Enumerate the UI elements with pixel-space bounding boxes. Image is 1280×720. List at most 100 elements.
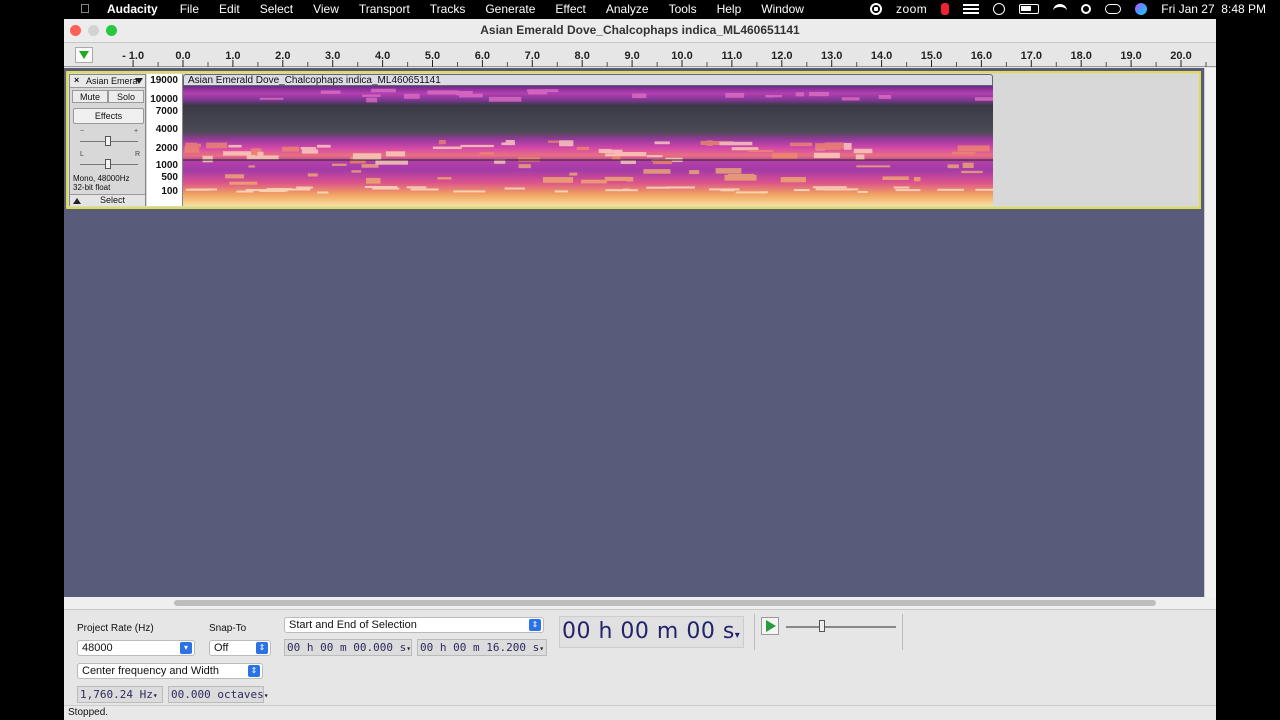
maximize-window-button[interactable] xyxy=(106,25,117,36)
selection-start-time[interactable]: 00 h 00 m 00.000 s▾ xyxy=(284,639,412,656)
track-footer: Select xyxy=(70,194,145,206)
spectrogram-streak xyxy=(793,189,810,192)
menu-tools[interactable]: Tools xyxy=(669,2,697,16)
pan-slider-thumb[interactable] xyxy=(105,159,111,169)
spectrogram-streak xyxy=(581,179,607,184)
menu-help[interactable]: Help xyxy=(717,2,742,16)
selection-mode-select[interactable]: Start and End of Selection ⇕ xyxy=(284,617,544,633)
project-rate-select[interactable]: 48000 ▾ xyxy=(77,640,195,656)
toolbar-separator xyxy=(902,614,903,650)
screen-record-icon[interactable] xyxy=(869,3,882,15)
audio-clip[interactable]: Asian Emerald Dove_Chalcophaps indica_ML… xyxy=(183,74,993,206)
menu-file[interactable]: File xyxy=(180,2,199,16)
spectrogram-streak xyxy=(768,94,783,98)
track-menu-chevron-down-icon[interactable] xyxy=(135,78,143,84)
bandwidth-field[interactable]: 00.000 octaves▾ xyxy=(168,686,269,703)
spectrogram-streak xyxy=(438,140,446,145)
vertical-scrollbar[interactable] xyxy=(1204,68,1216,597)
control-center-icon[interactable] xyxy=(1105,4,1122,14)
spectrogram-image xyxy=(183,86,993,206)
wifi-icon[interactable] xyxy=(1053,4,1068,14)
clip-title-bar[interactable]: Asian Emerald Dove_Chalcophaps indica_ML… xyxy=(183,74,993,86)
audio-position-menu-icon[interactable]: ▾ xyxy=(735,630,741,641)
pan-left-label: L xyxy=(80,151,84,158)
solo-button[interactable]: Solo xyxy=(108,90,144,103)
spectrogram-streak xyxy=(403,93,420,99)
spectrogram-streak xyxy=(893,186,910,189)
spectrogram-streak xyxy=(202,155,213,163)
spectrogram-streak xyxy=(307,173,318,177)
spectrogram-streak xyxy=(975,188,993,191)
selection-end-time[interactable]: 00 h 00 m 16.200 s▾ xyxy=(417,639,547,656)
status-menus: zoom Fri Jan 27 8:48 PM xyxy=(869,2,1280,16)
spectrogram-streak xyxy=(947,164,959,169)
center-frequency-menu-icon[interactable]: ▾ xyxy=(153,691,158,700)
clock[interactable]: Fri Jan 27 8:48 PM xyxy=(1161,2,1266,16)
snap-to-select[interactable]: Off ⇕ xyxy=(209,640,271,656)
menu-tracks[interactable]: Tracks xyxy=(430,2,466,16)
stack-icon[interactable] xyxy=(963,4,980,14)
bandwidth-menu-icon[interactable]: ▾ xyxy=(264,691,269,700)
playback-speed-thumb[interactable] xyxy=(819,620,825,632)
collapse-track-icon[interactable] xyxy=(73,198,81,204)
track-name-menu[interactable]: Asian Emeral xyxy=(86,76,138,86)
gain-slider[interactable] xyxy=(80,136,138,146)
playback-speed-slider[interactable] xyxy=(786,620,896,632)
close-window-button[interactable] xyxy=(70,25,81,36)
select-track-button[interactable]: Select xyxy=(100,195,125,205)
app-menus: Audacity File Edit Select View Transport… xyxy=(107,2,824,16)
menu-analyze[interactable]: Analyze xyxy=(606,2,649,16)
freq-label-4000: 4000 xyxy=(155,124,178,135)
gain-slider-thumb[interactable] xyxy=(105,136,111,146)
freq-label-500: 500 xyxy=(161,172,178,183)
spectrogram-streak xyxy=(813,152,840,159)
spectral-selection-mode-select[interactable]: Center frequency and Width ⇕ xyxy=(77,663,263,679)
menu-select[interactable]: Select xyxy=(260,2,293,16)
timeline-ruler[interactable]: - 1.0 0.0 1.0 2.0 3.0 4.0 5.0 6.0 7.0 8.0 9.0 10.0 1… xyxy=(64,43,1216,67)
spectrogram-streak xyxy=(542,177,574,183)
freq-label-19000: 19000 xyxy=(150,75,178,86)
empty-track-region[interactable] xyxy=(994,74,1199,206)
menu-effect[interactable]: Effect xyxy=(555,2,585,16)
apple-menu-icon[interactable]:  xyxy=(80,1,90,16)
audio-position-display[interactable]: 00 h 00 m 00 s▾ xyxy=(559,616,744,648)
spectrogram-streak xyxy=(632,93,647,99)
spectrogram-streak xyxy=(206,142,228,149)
spectrogram-streak xyxy=(257,151,264,158)
spectrogram-streak xyxy=(185,188,210,191)
mute-button[interactable]: Mute xyxy=(72,90,108,103)
spectrogram-streak xyxy=(706,140,713,146)
spectrogram-streak xyxy=(320,90,341,94)
spectrogram-streak xyxy=(622,188,630,191)
frequency-axis[interactable]: 19000 10000 7000 4000 2000 1000 500 100 xyxy=(147,74,183,206)
effects-button[interactable]: Effects xyxy=(73,108,144,124)
spectrogram-streak xyxy=(780,177,806,183)
menu-edit[interactable]: Edit xyxy=(219,2,240,16)
menu-window[interactable]: Window xyxy=(761,2,804,16)
zoom-icon[interactable]: zoom xyxy=(896,2,927,16)
spectrogram-streak xyxy=(225,174,245,179)
horizontal-scrollbar-thumb[interactable] xyxy=(174,600,1156,606)
play-at-speed-button[interactable] xyxy=(761,617,779,635)
minimize-window-button[interactable] xyxy=(88,25,99,36)
menu-app-name[interactable]: Audacity xyxy=(107,2,158,16)
track-area[interactable]: × Asian Emeral Mute Solo Effects − + L R… xyxy=(64,68,1204,597)
spectral-mode-value: Center frequency and Width xyxy=(82,665,219,677)
battery-icon[interactable] xyxy=(1019,4,1040,14)
end-time-menu-icon[interactable]: ▾ xyxy=(539,644,544,653)
pan-slider[interactable] xyxy=(80,159,138,169)
search-icon[interactable] xyxy=(1081,4,1092,14)
menu-transport[interactable]: Transport xyxy=(359,2,410,16)
play-circle-icon[interactable] xyxy=(993,3,1006,15)
spectrogram-view[interactable] xyxy=(183,86,993,206)
siri-icon[interactable] xyxy=(1135,3,1148,15)
audio-track[interactable]: × Asian Emeral Mute Solo Effects − + L R… xyxy=(66,71,1201,209)
horizontal-scrollbar[interactable] xyxy=(64,597,1216,609)
track-close-icon[interactable]: × xyxy=(74,75,79,85)
spectrogram-streak xyxy=(824,142,844,149)
start-time-menu-icon[interactable]: ▾ xyxy=(406,644,411,653)
center-frequency-field[interactable]: 1,760.24 Hz▾ xyxy=(77,686,163,703)
menu-view[interactable]: View xyxy=(313,2,339,16)
notification-icon[interactable] xyxy=(941,3,950,15)
menu-generate[interactable]: Generate xyxy=(485,2,535,16)
